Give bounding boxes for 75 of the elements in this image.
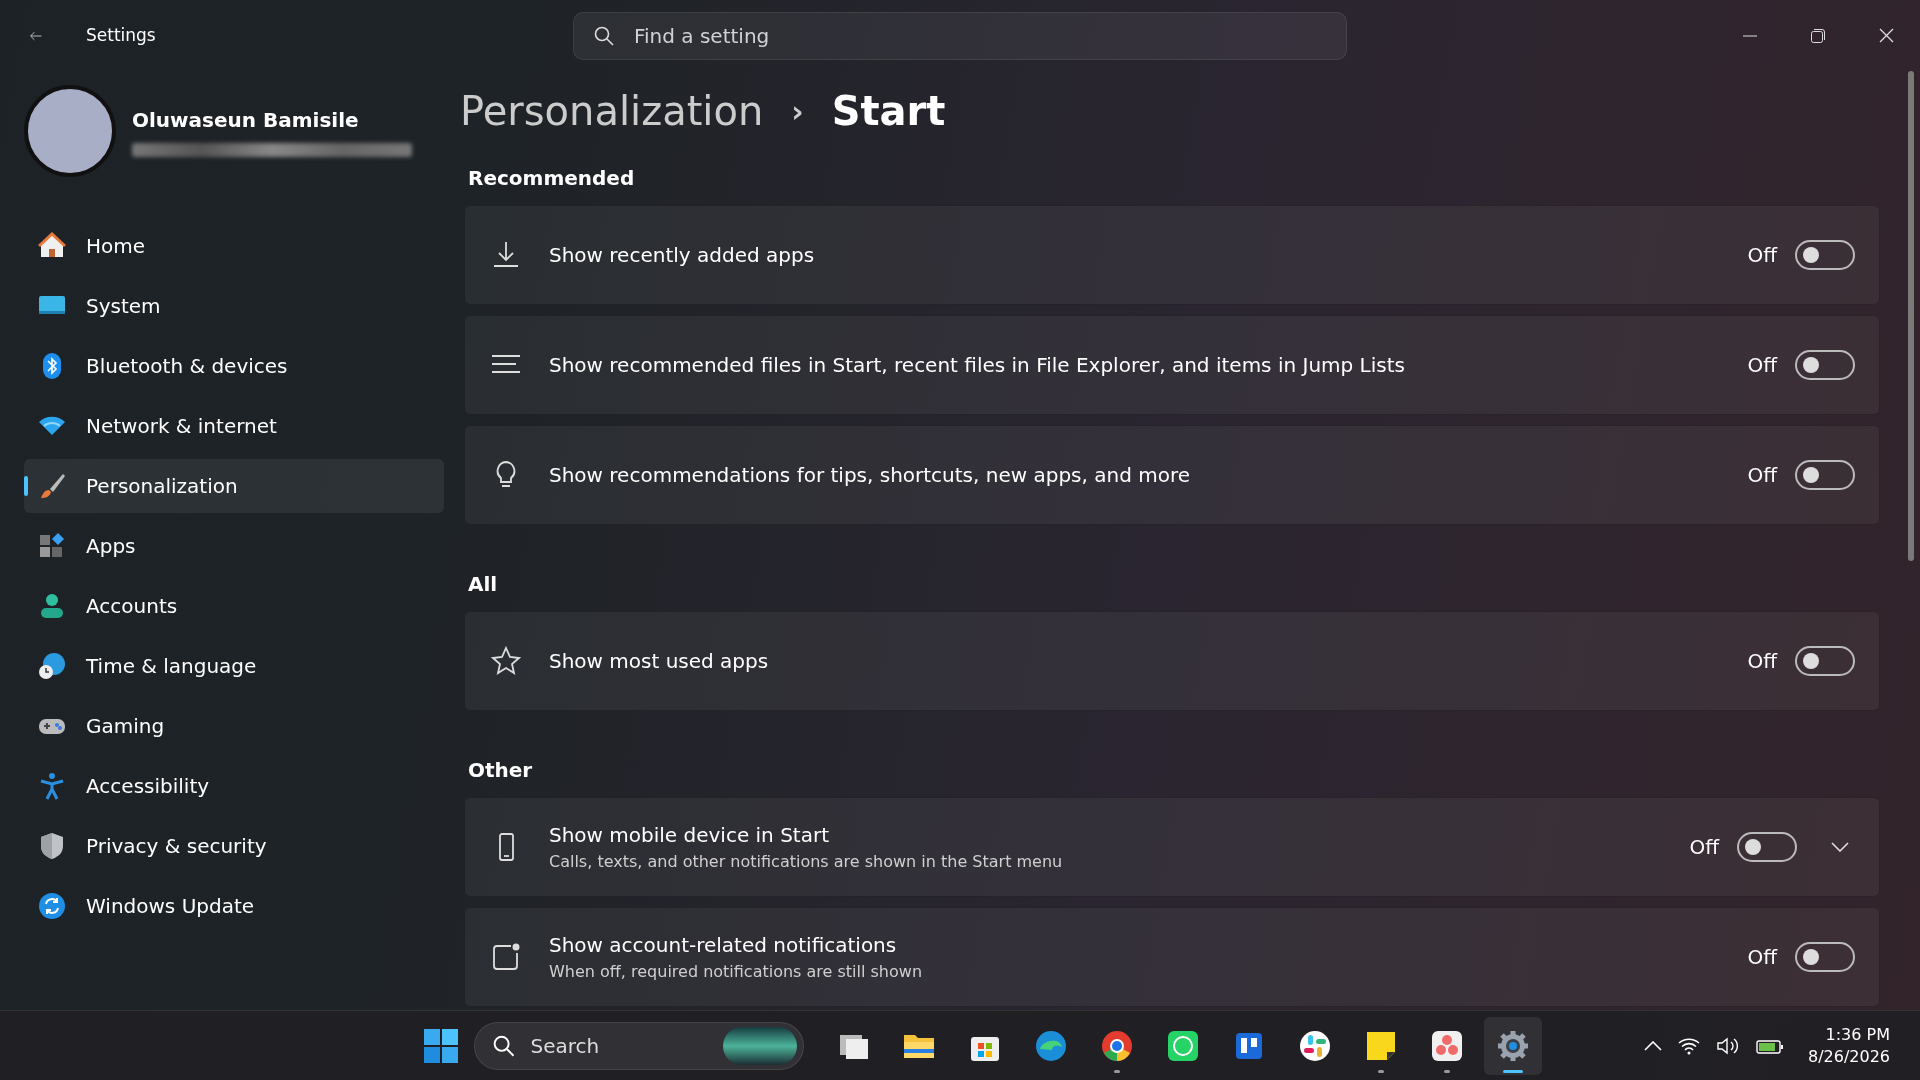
chevron-up-icon[interactable] [1643, 1040, 1662, 1051]
toggle-state-label: Off [1747, 462, 1777, 490]
close-icon [1878, 28, 1894, 44]
pinwheel-icon [1298, 1028, 1332, 1063]
star-icon [491, 646, 521, 677]
sidebar-item[interactable]: System [24, 279, 444, 334]
section-heading: Other [468, 757, 534, 785]
notification-icon [491, 942, 521, 973]
user-name: Oluwaseun Bamisile [132, 107, 360, 135]
running-indicator [1378, 1069, 1384, 1073]
toggle-switch[interactable] [1795, 350, 1855, 381]
scrollbar[interactable] [1908, 71, 1914, 562]
toggle-switch[interactable] [1737, 832, 1797, 863]
browser-wave-icon [1034, 1028, 1068, 1063]
clock-time[interactable]: 1:36 PM [1807, 1023, 1890, 1046]
running-indicator [1114, 1069, 1120, 1073]
shield-icon [38, 832, 66, 861]
running-indicator [1503, 1069, 1523, 1073]
sidebar-item[interactable]: Accounts [24, 579, 444, 634]
breadcrumb-parent[interactable]: Personalization [460, 81, 764, 142]
taskbar-search-field[interactable]: Search [528, 1023, 709, 1068]
paintbrush-icon [38, 472, 66, 501]
setting-title: Show recently added apps [549, 242, 816, 270]
page-title: Start [831, 87, 946, 137]
toggle-state-label: Off [1747, 648, 1777, 676]
sidebar-item[interactable]: Time & language [24, 639, 444, 694]
sync-icon [38, 892, 66, 921]
setting-description: Calls, texts, and other notifications are shown in the Start menu [549, 851, 1064, 874]
gear-icon [1496, 1028, 1530, 1063]
sidebar-item[interactable]: Accessibility [24, 759, 444, 814]
toggle-state-label: Off [1747, 352, 1777, 380]
wifi-icon[interactable] [1677, 1036, 1700, 1055]
search-icon [493, 1034, 515, 1057]
section-heading: All [468, 571, 499, 599]
clock-date[interactable]: 8/26/2026 [1807, 1045, 1890, 1068]
taskbar-search-box[interactable]: Search [474, 1021, 804, 1070]
sidebar-item[interactable]: Privacy & security [24, 819, 444, 874]
toggle-state-label: Off [1689, 834, 1719, 862]
setting-title: Show most used apps [549, 648, 770, 676]
restore-icon [1811, 28, 1825, 43]
toggle-switch[interactable] [1795, 240, 1855, 271]
toggle-switch[interactable] [1795, 460, 1855, 491]
sidebar-item[interactable]: Bluetooth & devices [24, 339, 444, 394]
toggle-state-label: Off [1747, 944, 1777, 972]
globe-clock-icon [38, 652, 66, 681]
running-indicator [1444, 1069, 1450, 1073]
breadcrumb-separator: › [791, 92, 804, 131]
sidebar-item[interactable]: Gaming [24, 699, 444, 754]
toggle-switch[interactable] [1795, 942, 1855, 973]
setting-title: Show recommendations for tips, shortcuts, new apps, and more [549, 462, 1192, 490]
person-icon [38, 592, 66, 621]
setting-title: Show mobile device in Start [549, 822, 830, 850]
chevron-icon [1831, 842, 1849, 853]
setting-description: When off, required notifications are still shown [549, 961, 924, 984]
sidebar-item[interactable]: Apps [24, 519, 444, 574]
toggle-state-label: Off [1747, 242, 1777, 270]
sidebar-item[interactable]: Network & internet [24, 399, 444, 454]
toggle-switch[interactable] [1795, 646, 1855, 677]
minimize-icon [1743, 34, 1757, 37]
accessibility-icon [38, 772, 66, 801]
chrome-like-icon [1100, 1028, 1134, 1063]
three-dots-icon [1430, 1028, 1464, 1063]
sidebar-item[interactable]: Home [24, 219, 444, 274]
windows-logo-icon [423, 1027, 459, 1064]
battery-icon[interactable] [1755, 1037, 1784, 1054]
setting-title: Show account-related notifications [549, 932, 898, 960]
chat-bubble-icon [1166, 1028, 1200, 1063]
search-icon [594, 25, 614, 46]
window-title: Settings [86, 23, 156, 47]
setting-title: Show recommended files in Start, recent files in File Explorer, and items in Jump Lists [549, 352, 1406, 380]
taskbar-app-button[interactable] [1484, 1016, 1542, 1075]
sidebar-item[interactable]: Windows Update [24, 879, 444, 934]
section-heading: Recommended [468, 165, 636, 193]
volume-icon[interactable] [1715, 1036, 1740, 1055]
sidebar-item[interactable]: Personalization [24, 459, 444, 514]
